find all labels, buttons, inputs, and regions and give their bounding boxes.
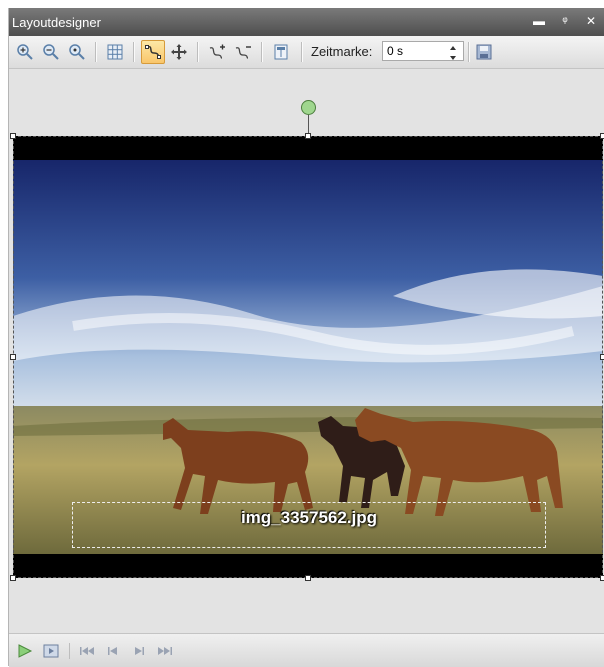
playback-bar [9,633,604,667]
resize-handle-top-right[interactable] [600,133,604,139]
design-canvas[interactable]: img_3357562.jpg [9,69,604,633]
toolbar: Zeitmarke: [9,36,604,69]
resize-handle-bottom-right[interactable] [600,575,604,581]
resize-handle-bottom[interactable] [305,575,311,581]
zoom-out-icon[interactable] [39,40,63,64]
zoom-in-icon[interactable] [13,40,37,64]
resize-handle-bottom-left[interactable] [10,575,16,581]
close-icon[interactable]: ✕ [584,13,598,29]
path-icon[interactable] [141,40,165,64]
zeitmarke-label: Zeitmarke: [311,44,373,59]
save-icon[interactable] [472,40,496,64]
last-frame-icon[interactable] [155,641,175,661]
resize-handle-right[interactable] [600,354,604,360]
resize-handle-left[interactable] [10,354,16,360]
zoom-fit-icon[interactable] [65,40,89,64]
move-icon[interactable] [167,40,191,64]
preview-icon[interactable] [41,641,61,661]
minimize-icon[interactable]: ▬ [532,13,546,29]
next-frame-icon[interactable] [129,641,149,661]
play-icon[interactable] [15,641,35,661]
add-point-icon[interactable] [205,40,229,64]
first-frame-icon[interactable] [77,641,97,661]
remove-point-icon[interactable] [231,40,255,64]
caption-text: img_3357562.jpg [240,508,378,527]
pin-icon[interactable]: ᵠ [558,13,572,29]
align-icon[interactable] [269,40,293,64]
resize-handle-top[interactable] [305,133,311,139]
resize-handle-top-left[interactable] [10,133,16,139]
title-bar: Layoutdesigner ▬ ᵠ ✕ [9,8,604,36]
caption-textbox[interactable]: img_3357562.jpg [72,502,546,548]
zeitmarke-spinner[interactable] [446,44,460,62]
previous-frame-icon[interactable] [103,641,123,661]
window-title: Layoutdesigner [12,15,101,30]
grid-icon[interactable] [103,40,127,64]
layout-designer-window: Layoutdesigner ▬ ᵠ ✕ Zeitmarke: 0 s img_… [8,8,604,667]
rotation-handle[interactable] [301,100,316,115]
